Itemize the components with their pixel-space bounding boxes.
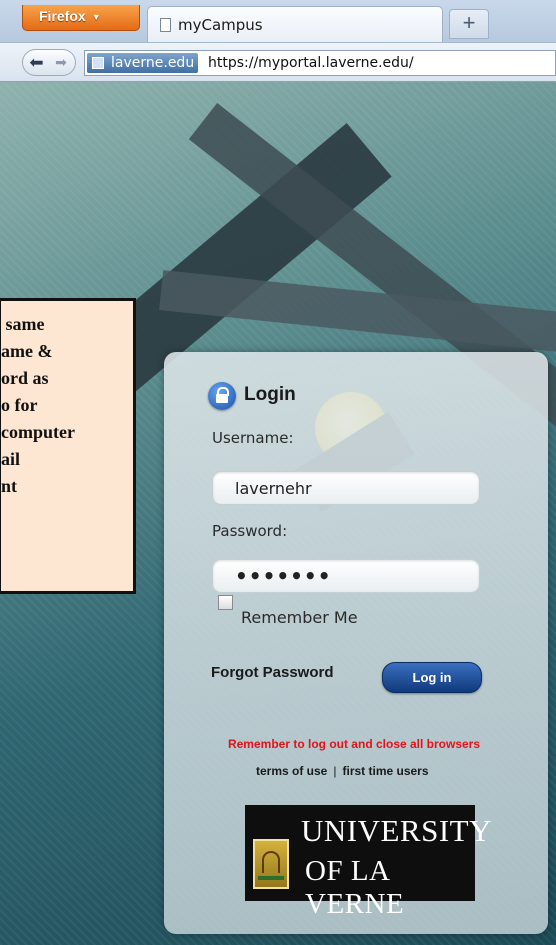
- site-favicon-icon: [92, 57, 104, 69]
- plus-icon: +: [462, 10, 476, 35]
- navigation-bar: ⬅ ➡ laverne.edu https://myportal.laverne…: [0, 42, 556, 82]
- firefox-menu-label: Firefox: [39, 8, 86, 24]
- page-icon: [160, 18, 171, 32]
- logo-text-line1: UNIVERSITY: [301, 813, 492, 848]
- username-label: Username:: [212, 429, 294, 447]
- remember-me-checkbox[interactable]: [218, 595, 233, 610]
- site-identity-label: laverne.edu: [111, 55, 195, 71]
- password-label: Password:: [212, 522, 288, 540]
- new-tab-button[interactable]: +: [449, 9, 489, 39]
- remember-me-label: Remember Me: [241, 608, 358, 627]
- back-arrow-icon[interactable]: ⬅: [25, 51, 48, 74]
- lock-icon: [208, 382, 236, 410]
- login-title: Login: [244, 384, 296, 405]
- tab-mycampus[interactable]: myCampus: [147, 6, 443, 42]
- university-seal-icon: [253, 839, 289, 889]
- back-forward-group: ⬅ ➡: [22, 49, 76, 76]
- footer-links: terms of use | first time users: [256, 764, 429, 778]
- forward-arrow-icon[interactable]: ➡: [50, 51, 72, 74]
- chevron-down-icon: ▼: [91, 12, 101, 23]
- first-time-users-link[interactable]: first time users: [342, 764, 428, 778]
- site-identity-button[interactable]: laverne.edu: [87, 53, 199, 73]
- tab-title: myCampus: [178, 16, 263, 34]
- background-beam: [159, 270, 556, 354]
- forgot-password-link[interactable]: Forgot Password: [211, 664, 334, 681]
- url-text[interactable]: https://myportal.laverne.edu/: [208, 53, 414, 73]
- address-bar[interactable]: laverne.edu https://myportal.laverne.edu…: [84, 50, 556, 76]
- logo-text-line2: OF LA VERNE: [305, 855, 405, 920]
- annotation-text: same ame & ord as o for computer ail nt: [1, 314, 75, 496]
- tab-bar: Firefox ▼ myCampus +: [0, 0, 556, 42]
- login-button[interactable]: Log in: [382, 662, 482, 693]
- university-logo: UNIVERSITY OF LA VERNE: [245, 805, 492, 920]
- username-field[interactable]: [212, 471, 480, 505]
- logout-reminder: Remember to log out and close all browse…: [227, 737, 481, 751]
- password-field[interactable]: •••••••: [212, 559, 480, 593]
- annotation-callout: same ame & ord as o for computer ail nt: [0, 298, 136, 594]
- firefox-menu-button[interactable]: Firefox ▼: [22, 5, 140, 31]
- login-panel: Login Username: Password: ••••••• Rememb…: [164, 352, 548, 934]
- terms-of-use-link[interactable]: terms of use: [256, 764, 327, 778]
- link-separator: |: [333, 764, 337, 778]
